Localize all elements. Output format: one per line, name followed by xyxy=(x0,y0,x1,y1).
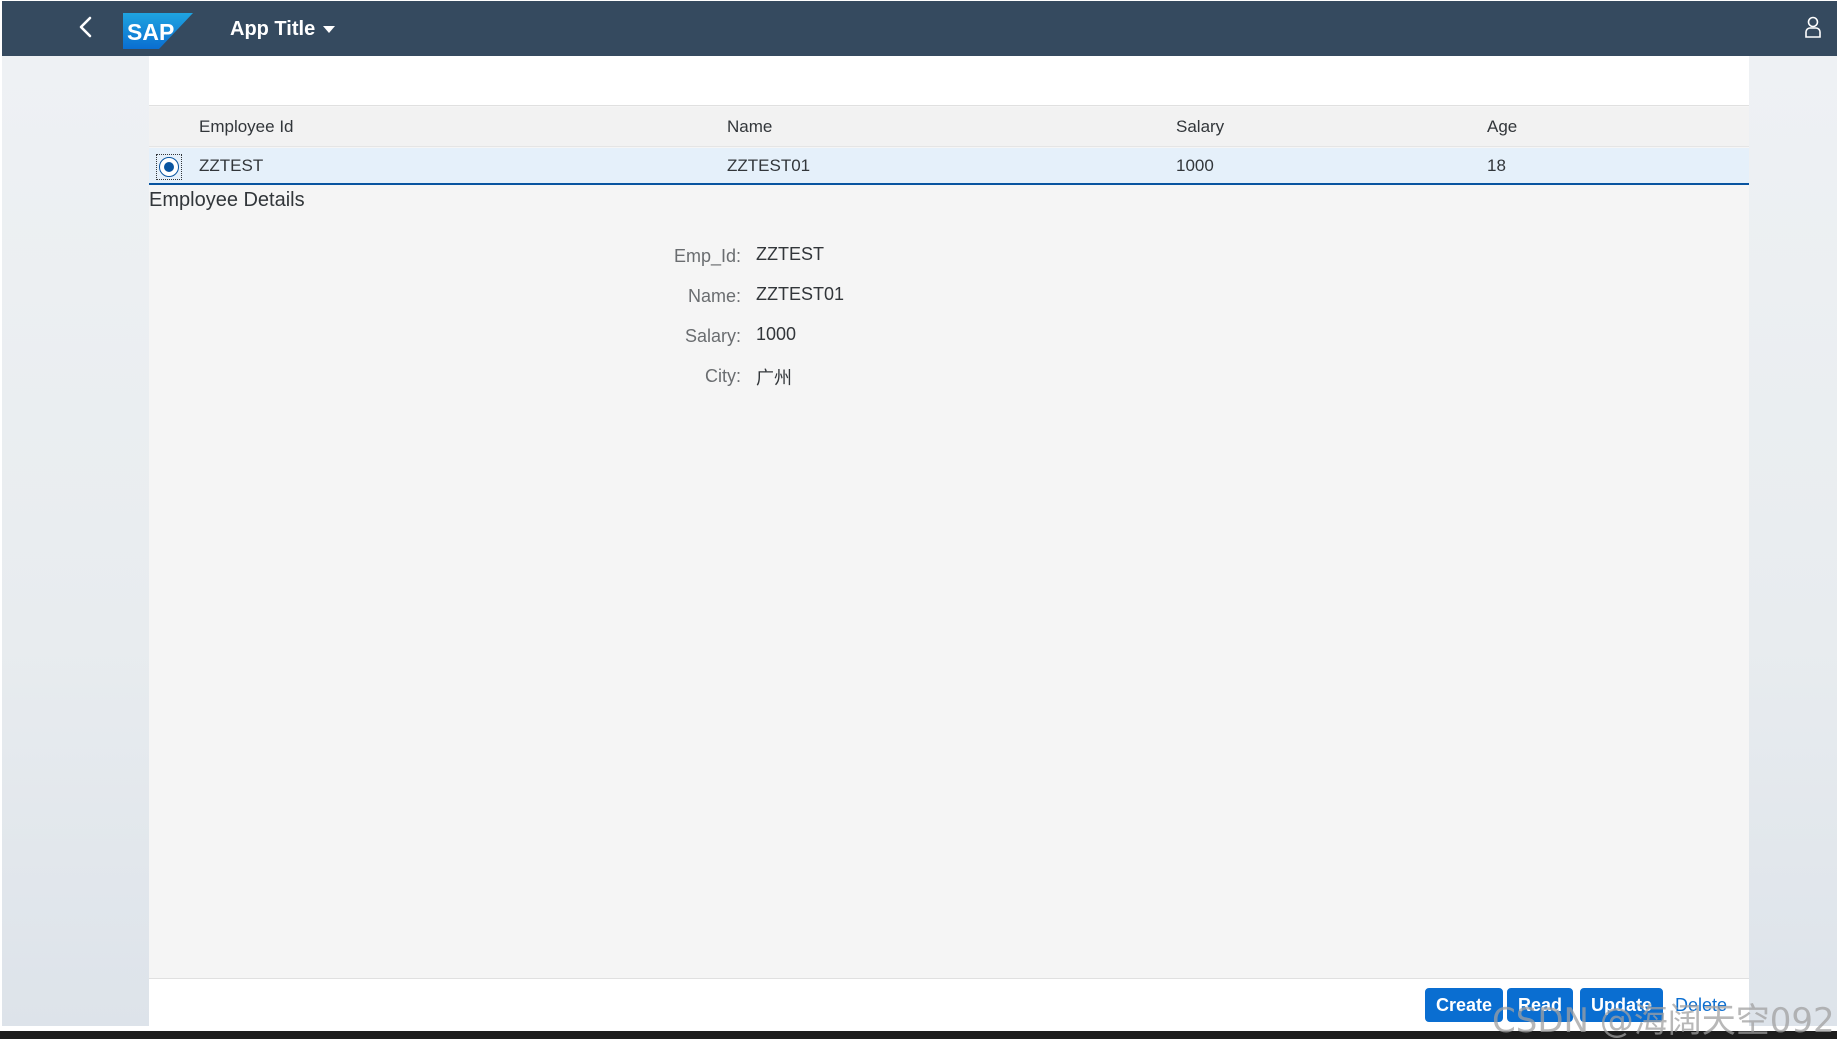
column-header-employee-id: Employee Id xyxy=(199,116,294,136)
label-emp-id: Emp_Id: xyxy=(673,246,741,266)
radio-selected-dot xyxy=(164,162,174,172)
caret-down-icon xyxy=(323,25,336,33)
value-city: 广州 xyxy=(756,368,792,388)
table-toolbar xyxy=(149,56,1749,106)
column-header-name: Name xyxy=(727,116,773,136)
watermark: CSDN @海阔天空092 xyxy=(1492,1001,1835,1041)
app-title: App Title xyxy=(230,17,316,40)
cell-name: ZZTEST01 xyxy=(727,155,811,175)
value-name: ZZTEST01 xyxy=(756,284,845,304)
form-row-name: Name: ZZTEST01 xyxy=(149,282,1749,312)
column-header-age: Age xyxy=(1487,116,1518,136)
label-name: Name: xyxy=(687,286,741,306)
cell-employee-id: ZZTEST xyxy=(199,155,264,175)
back-button[interactable] xyxy=(70,13,102,45)
table-header: Employee Id Name Salary Age xyxy=(149,107,1749,147)
table-row[interactable]: ZZTEST ZZTEST01 1000 18 xyxy=(149,148,1749,185)
user-button[interactable] xyxy=(1799,15,1827,43)
label-salary: Salary: xyxy=(684,326,741,346)
value-emp-id: ZZTEST xyxy=(756,244,824,264)
radio-button xyxy=(159,157,179,177)
chevron-left-icon xyxy=(77,16,95,43)
app-title-menu[interactable]: App Title xyxy=(230,15,336,43)
sap-logo-text: SAP xyxy=(127,19,174,45)
value-salary: 1000 xyxy=(756,324,797,344)
employee-details-title: Employee Details xyxy=(149,189,305,211)
sap-logo: SAP xyxy=(123,13,193,49)
row-select-radio[interactable] xyxy=(156,154,182,180)
cell-age: 18 xyxy=(1487,155,1506,175)
column-header-salary: Salary xyxy=(1176,116,1225,136)
shell-bar: SAP App Title xyxy=(2,1,1837,56)
main-content: Employee Id Name Salary Age ZZTEST ZZTES… xyxy=(149,56,1749,1031)
form-row-city: City: 广州 xyxy=(149,362,1749,392)
form-row-salary: Salary: 1000 xyxy=(149,322,1749,352)
form-row-emp-id: Emp_Id: ZZTEST xyxy=(149,242,1749,272)
cell-salary: 1000 xyxy=(1176,155,1214,175)
label-city: City: xyxy=(705,366,741,386)
user-icon xyxy=(1804,16,1822,43)
